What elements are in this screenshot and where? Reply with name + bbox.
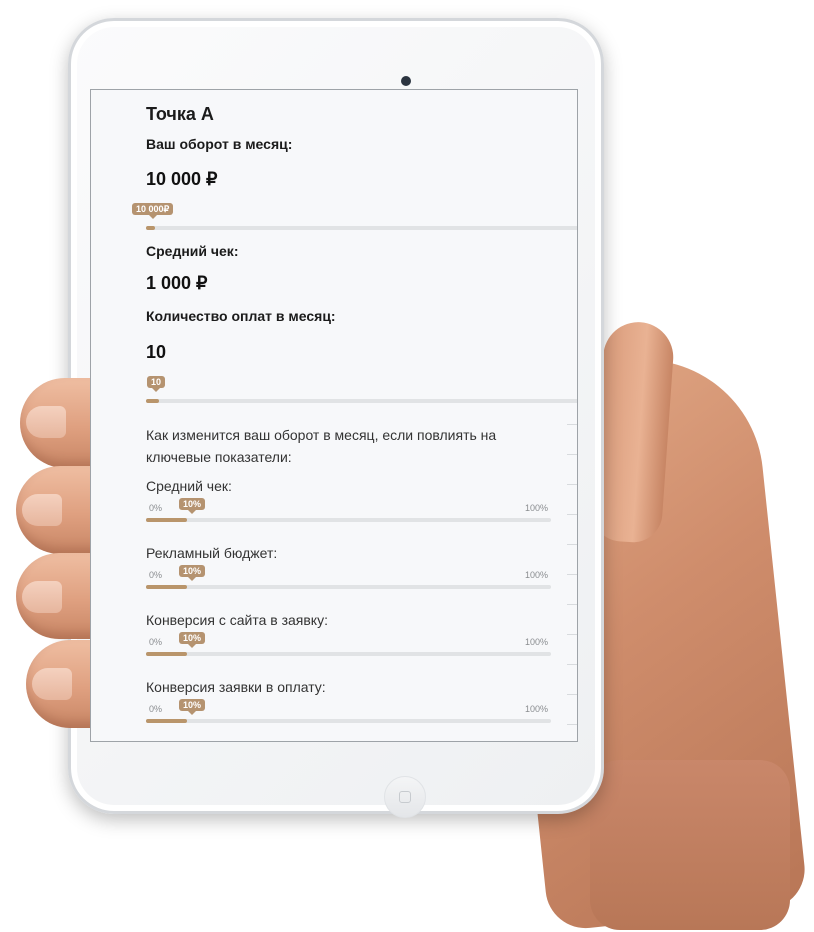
factor-label: Средний чек: — [146, 478, 232, 494]
factor-item-ad-budget: Рекламный бюджет: 0% 100% 10% — [146, 542, 551, 592]
factor-min: 0% — [149, 503, 163, 513]
slider-track[interactable] — [146, 585, 551, 589]
factor-slider[interactable]: 10% — [146, 699, 551, 723]
slider-fill — [146, 719, 187, 723]
factor-slider[interactable]: 10% — [146, 565, 551, 589]
factor-max: 100% — [524, 704, 548, 714]
factor-badge[interactable]: 10% — [179, 699, 206, 715]
factor-slider[interactable]: 10% — [146, 632, 551, 656]
home-square-icon — [399, 791, 411, 803]
factor-min: 0% — [149, 637, 163, 647]
factor-slider[interactable]: 10% — [146, 498, 551, 522]
hand-wrist — [590, 760, 790, 930]
factor-badge[interactable]: 10% — [179, 565, 206, 581]
turnover-label: Ваш оборот в месяц: — [146, 136, 293, 152]
factor-min: 0% — [149, 570, 163, 580]
slider-track[interactable] — [146, 226, 577, 230]
slider-fill — [146, 652, 187, 656]
payments-badge[interactable]: 10 — [147, 376, 166, 392]
scroll-ticks — [565, 410, 577, 740]
home-button[interactable] — [384, 776, 426, 818]
payments-value: 10 — [146, 342, 167, 362]
avg-check-label: Средний чек: — [146, 243, 239, 259]
factor-max: 100% — [524, 570, 548, 580]
slider-track[interactable] — [146, 719, 551, 723]
tablet-screen: Точка А Ваш оборот в месяц: 10 000 ₽ 10 … — [90, 89, 578, 742]
turnover-value: 10 000 ₽ — [146, 169, 218, 189]
slider-track[interactable] — [146, 518, 551, 522]
avg-check-value: 1 000 ₽ — [146, 273, 208, 293]
factor-max: 100% — [524, 503, 548, 513]
factor-label: Конверсия с сайта в заявку: — [146, 612, 328, 628]
slider-fill — [146, 585, 187, 589]
slider-fill — [146, 226, 155, 230]
factor-badge[interactable]: 10% — [179, 498, 206, 514]
factor-max: 100% — [524, 637, 548, 647]
payments-slider[interactable]: 10 — [146, 376, 577, 403]
slider-fill — [146, 399, 159, 403]
payments-label: Количество оплат в месяц: — [146, 308, 336, 324]
turnover-slider[interactable]: 10 000₽ — [132, 203, 577, 230]
factor-item-payment-conversion: Конверсия заявки в оплату: 0% 100% 10% — [146, 676, 551, 726]
page-title: Точка А — [146, 104, 214, 124]
factor-label: Рекламный бюджет: — [146, 545, 278, 561]
factor-badge[interactable]: 10% — [179, 632, 206, 648]
camera-icon — [401, 76, 411, 86]
turnover-badge[interactable]: 10 000₽ — [132, 203, 174, 219]
question-text: Как изменится ваш оборот в месяц, если п… — [146, 427, 497, 465]
factor-item-site-conversion: Конверсия с сайта в заявку: 0% 100% 10% — [146, 609, 551, 659]
factor-label: Конверсия заявки в оплату: — [146, 679, 326, 695]
slider-track[interactable] — [146, 399, 577, 403]
slider-fill — [146, 518, 187, 522]
factor-item-avg-check: Средний чек: 0% 100% 10% — [146, 475, 551, 525]
slider-track[interactable] — [146, 652, 551, 656]
factor-min: 0% — [149, 704, 163, 714]
